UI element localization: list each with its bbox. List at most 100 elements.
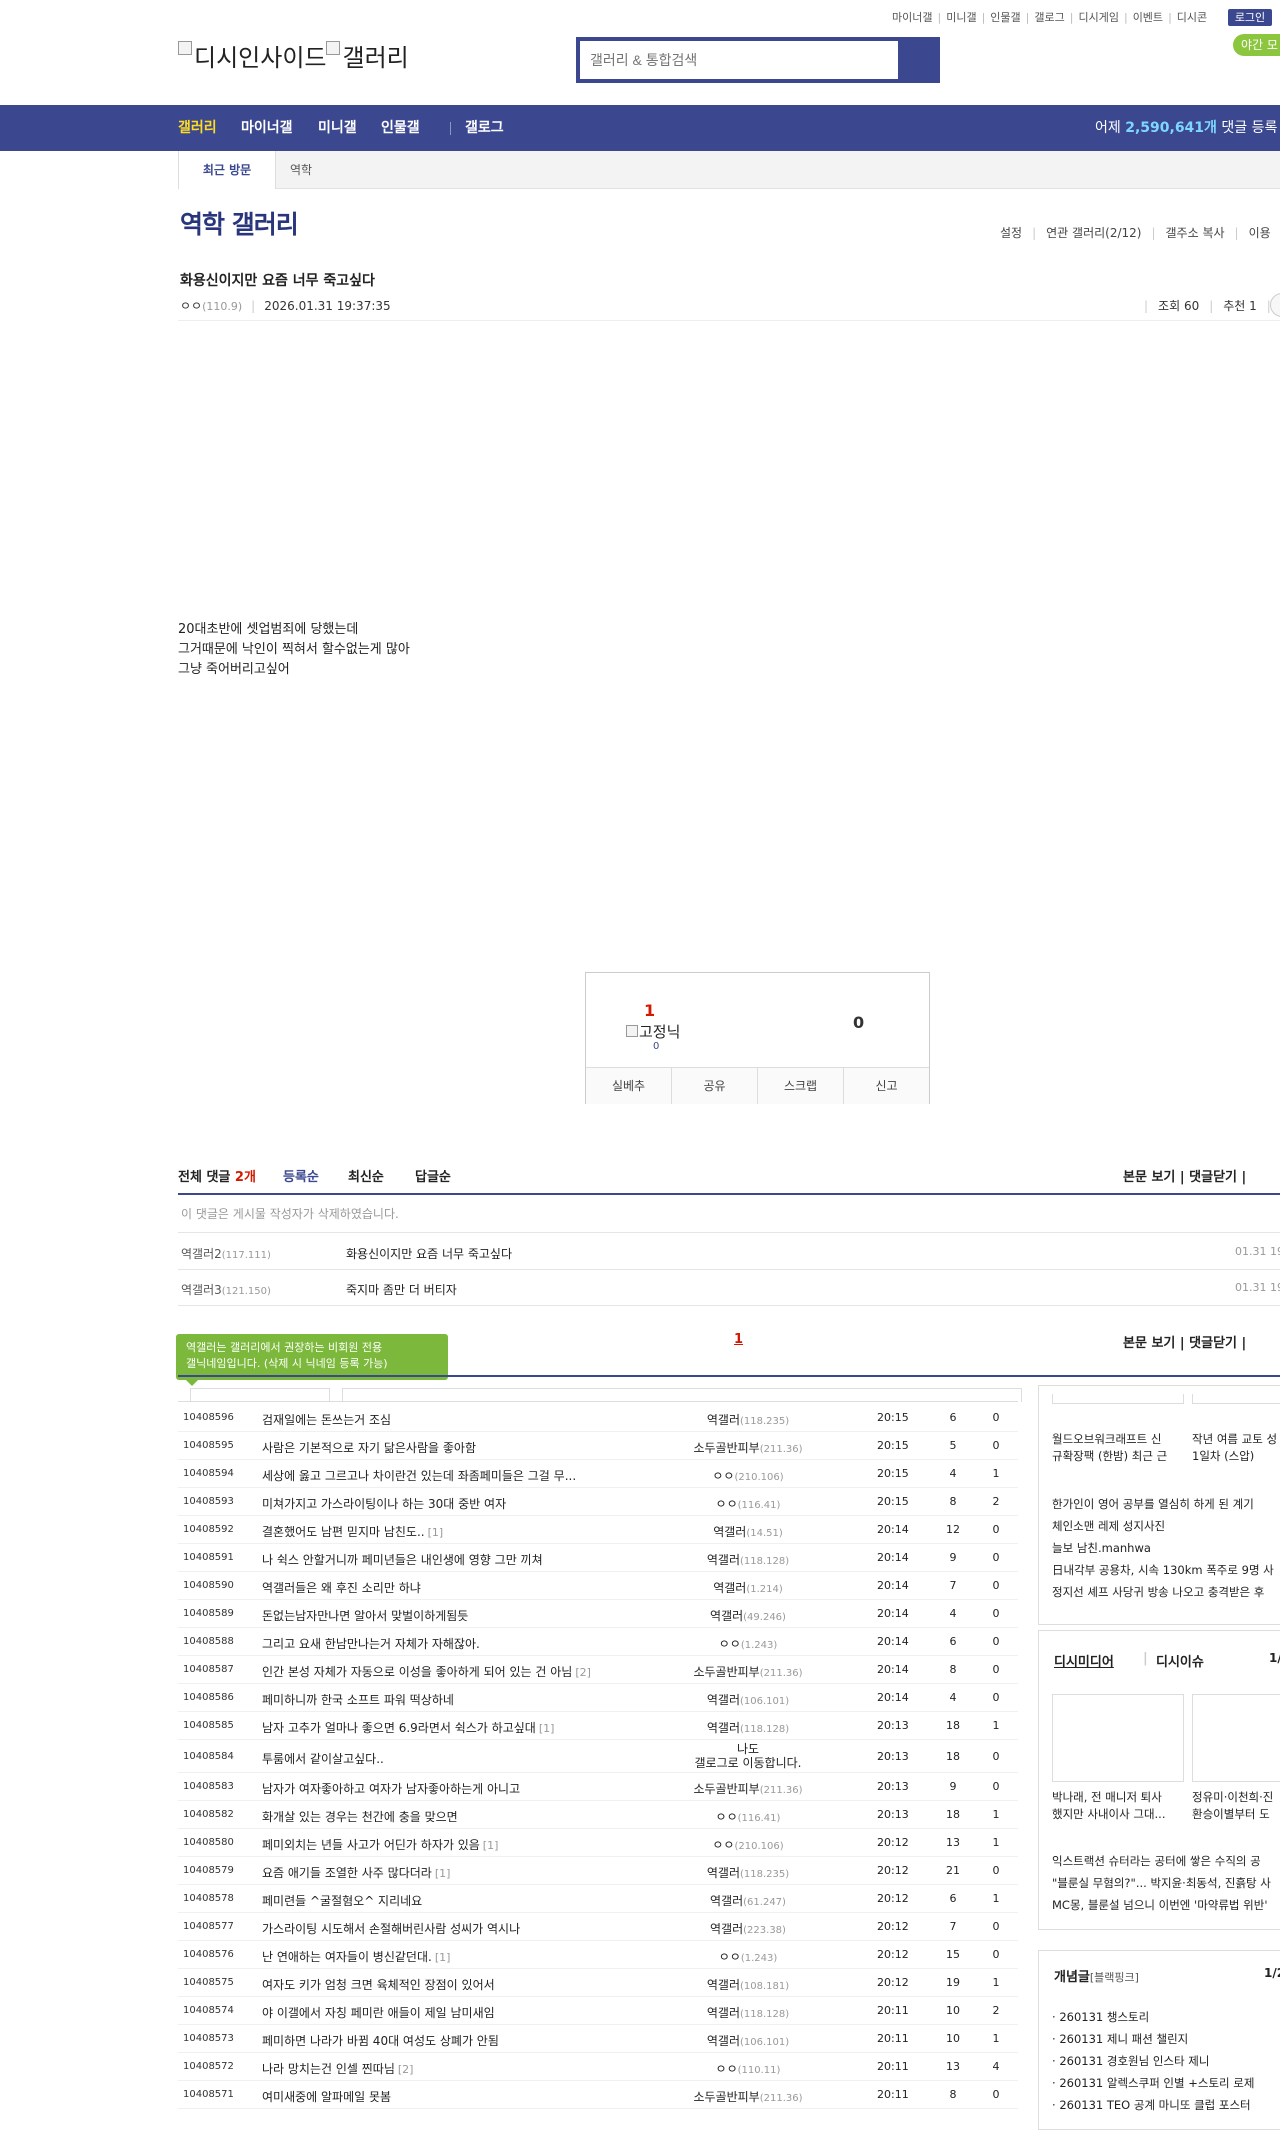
sort-latest[interactable]: 최신순 <box>348 1166 384 1185</box>
post-title-link[interactable]: 화개살 있는 경우는 천간에 충을 맞으면 <box>262 1808 458 1825</box>
list-row[interactable]: 10408578 페미련들 ^굴절혐오^ 지리네요 역갤러(61.247) 20:12… <box>178 1885 1018 1913</box>
post-writer[interactable]: ㅇㅇ(110.11) <box>648 2060 848 2077</box>
search-input[interactable] <box>580 41 896 79</box>
scrap-button[interactable]: 스크랩 <box>758 1068 844 1104</box>
list-row[interactable]: 10408587 인간 본성 자체가 자동으로 이성을 좋아하게 되어 있는 건 … <box>178 1656 1018 1684</box>
post-title-link[interactable]: 요즘 애기들 조열한 사주 많다더라 [1] <box>262 1864 450 1881</box>
list-row[interactable]: 10408593 미쳐가지고 가스라이팅이나 하는 30대 중반 여자 ㅇㅇ(116… <box>178 1488 1018 1516</box>
list-row[interactable]: 10408574 야 이갤에서 자칭 페미란 애들이 제일 남미새임 역갤러(118… <box>178 1997 1018 2025</box>
post-title-link[interactable]: 남자 고추가 얼마나 좋으면 6.9라면서 쉭스가 하고싶대 [1] <box>262 1719 554 1736</box>
sort-registered[interactable]: 등록순 <box>283 1166 319 1185</box>
post-writer[interactable]: 역갤러(118.128) <box>648 1551 848 1568</box>
list-row[interactable]: 10408584 투룸에서 같이살고싶다.. 나도 갤로그로 이동합니다. 20:13 1… <box>178 1740 1018 1773</box>
post-title-link[interactable]: 인간 본성 자체가 자동으로 이성을 좋아하게 되어 있는 건 아님 [2] <box>262 1663 591 1680</box>
news-link[interactable]: 체인소맨 레제 성지사진 <box>1052 1515 1274 1537</box>
post-writer[interactable]: ㅇㅇ(1.243) <box>648 1948 848 1965</box>
comment-author[interactable]: 역갤러3(121.150) <box>181 1281 271 1298</box>
concept-title[interactable]: 개념글[블랙핑크] <box>1054 1966 1139 1985</box>
post-title-link[interactable]: 미쳐가지고 가스라이팅이나 하는 30대 중반 여자 <box>262 1495 506 1512</box>
news-link[interactable]: 정지선 셰프 사당귀 방송 나오고 충격받은 후 <box>1052 1581 1274 1603</box>
news-link[interactable]: 日내각부 공용차, 시속 130km 폭주로 9명 사 <box>1052 1559 1274 1581</box>
list-row[interactable]: 10408591 나 쉭스 안할거니까 페미년들은 내인생에 영향 그만 끼쳐 역갤… <box>178 1544 1018 1572</box>
post-title-link[interactable]: 남자가 여자좋아하고 여자가 남자좋아하는게 아니고 <box>262 1780 520 1797</box>
list-row[interactable]: 10408575 여자도 키가 엄청 크면 육체적인 장점이 있어서 역갤러(108… <box>178 1969 1018 1997</box>
reply-count[interactable]: [1] <box>435 1867 451 1880</box>
recent-item[interactable]: 역학 <box>290 151 312 189</box>
concept-link[interactable]: · 260131 알렉스쿠퍼 인별 +스토리 로제 <box>1052 2072 1254 2094</box>
post-title-link[interactable]: 여미새중에 알파메일 못봄 <box>262 2088 391 2105</box>
post-author[interactable]: ㅇㅇ <box>180 299 202 313</box>
list-row[interactable]: 10408595 사람은 기본적으로 자기 닮은사람을 좋아함 소두골반피부(211… <box>178 1432 1018 1460</box>
media-caption[interactable]: 정유미·이천희·진 환승이별부터 도 <box>1192 1789 1273 1823</box>
list-row[interactable]: 10408583 남자가 여자좋아하고 여자가 남자좋아하는게 아니고 소두골반피부… <box>178 1773 1018 1801</box>
post-title-link[interactable]: 나 쉭스 안할거니까 페미년들은 내인생에 영향 그만 끼쳐 <box>262 1551 543 1568</box>
top-link-gallog[interactable]: 갤로그 <box>1034 11 1064 24</box>
post-title-link[interactable]: 투룸에서 같이살고싶다.. <box>262 1750 384 1767</box>
post-writer[interactable]: 소두골반피부(211.36) <box>648 2088 848 2105</box>
gnb-person[interactable]: 인물갤 <box>381 105 420 151</box>
post-title-link[interactable]: 사람은 기본적으로 자기 닮은사람을 좋아함 <box>262 1439 476 1456</box>
post-writer[interactable]: ㅇㅇ(210.106) <box>648 1467 848 1484</box>
reply-count[interactable]: [1] <box>483 1839 499 1852</box>
post-title-link[interactable]: 페미하면 나라가 바뀜 40대 여성도 상폐가 안됨 <box>262 2032 499 2049</box>
post-writer[interactable]: 역갤러(1.214) <box>648 1579 848 1596</box>
post-title-link[interactable]: 페미하니까 한국 소프트 파워 떡상하네 <box>262 1691 454 1708</box>
reply-count[interactable]: [1] <box>428 1526 444 1539</box>
share-button[interactable]: 공유 <box>672 1068 758 1104</box>
post-title-link[interactable]: 그리고 요새 한남만나는거 자체가 자해잖아. <box>262 1635 480 1652</box>
writer-gallog-link[interactable]: 갤로그로 이동합니다. <box>695 1756 802 1770</box>
gallery-usage[interactable]: 이용 <box>1249 226 1271 240</box>
post-writer[interactable]: 역갤러(106.101) <box>648 2032 848 2049</box>
post-title-link[interactable]: 가스라이팅 시도해서 손절해버린사람 성씨가 역시나 <box>262 1920 520 1937</box>
search-button[interactable] <box>898 41 936 79</box>
post-writer[interactable]: 역갤러(14.51) <box>648 1523 848 1540</box>
post-title-link[interactable]: 나라 망치는건 인셀 찐따님 [2] <box>262 2060 413 2077</box>
list-row[interactable]: 10408588 그리고 요새 한남만나는거 자체가 자해잖아. ㅇㅇ(1.243)… <box>178 1628 1018 1656</box>
gnb-minor[interactable]: 마이너갤 <box>241 105 293 151</box>
gallery-settings[interactable]: 설정 <box>1000 226 1022 240</box>
post-title-link[interactable]: 역갤러들은 왜 후진 소리만 하냐 <box>262 1579 421 1596</box>
news-thumb[interactable] <box>1192 1394 1280 1404</box>
post-writer[interactable]: 소두골반피부(211.36) <box>648 1663 848 1680</box>
list-row[interactable]: 10408586 페미하니까 한국 소프트 파워 떡상하네 역갤러(106.101)… <box>178 1684 1018 1712</box>
reply-count[interactable]: [1] <box>539 1722 555 1735</box>
list-row[interactable]: 10408572 나라 망치는건 인셀 찐따님 [2] ㅇㅇ(110.11) 20:11… <box>178 2053 1018 2081</box>
tab-dcmedia[interactable]: 디시미디어 <box>1054 1651 1114 1670</box>
reply-count[interactable]: [2] <box>575 1666 591 1679</box>
list-row[interactable]: 10408573 페미하면 나라가 바뀜 40대 여성도 상폐가 안됨 역갤러(10… <box>178 2025 1018 2053</box>
news-thumb[interactable] <box>1052 1394 1184 1404</box>
list-row[interactable]: 10408577 가스라이팅 시도해서 손절해버린사람 성씨가 역시나 역갤러(22… <box>178 1913 1018 1941</box>
media-caption[interactable]: 박나래, 전 매니저 퇴사 했지만 사내이사 그대... <box>1052 1789 1166 1823</box>
recent-label[interactable]: 최근 방문 <box>178 151 276 189</box>
gallery-title[interactable]: 역학 갤러리 <box>180 205 299 241</box>
reply-count[interactable]: [2] <box>398 2063 414 2076</box>
concept-link[interactable]: · 260131 챙스토리 <box>1052 2006 1254 2028</box>
sort-reply[interactable]: 답글순 <box>415 1166 451 1185</box>
gnb-mini[interactable]: 미니갤 <box>318 105 357 151</box>
night-mode-button[interactable]: 야간 모 <box>1233 34 1280 56</box>
post-title-link[interactable]: 세상에 옳고 그르고나 차이란건 있는데 좌좀페미들은 그걸 무... <box>262 1467 576 1484</box>
post-title-link[interactable]: 야 이갤에서 자칭 페미란 애들이 제일 남미새임 <box>262 2004 495 2021</box>
news-link[interactable]: 늘보 남친.manhwa <box>1052 1537 1274 1559</box>
post-writer[interactable]: 역갤러(118.128) <box>648 2004 848 2021</box>
comment-text-field[interactable] <box>342 1388 1022 1402</box>
post-title-link[interactable]: 난 연애하는 여자들이 병신같던대. [1] <box>262 1948 450 1965</box>
comment-page-1[interactable]: 1 <box>734 1332 743 1347</box>
list-row[interactable]: 10408592 결혼했어도 남편 믿지마 남친도.. [1] 역갤러(14.51) 2… <box>178 1516 1018 1544</box>
reply-count[interactable]: [1] <box>435 1951 451 1964</box>
list-row[interactable]: 10408576 난 연애하는 여자들이 병신같던대. [1] ㅇㅇ(1.243) 20… <box>178 1941 1018 1969</box>
list-row[interactable]: 10408596 검재일에는 돈쓰는거 조심 역갤러(118.235) 20:15 6 0 <box>178 1404 1018 1432</box>
post-writer[interactable]: 소두골반피부(211.36) <box>648 1780 848 1797</box>
post-writer[interactable]: 역갤러(118.235) <box>648 1864 848 1881</box>
comment-author[interactable]: 역갤러2(117.111) <box>181 1245 271 1262</box>
top-link-dccon[interactable]: 디시콘 <box>1177 11 1207 24</box>
post-writer[interactable]: ㅇㅇ(116.41) <box>648 1808 848 1825</box>
concept-link[interactable]: · 260131 제니 패션 챌린지 <box>1052 2028 1254 2050</box>
login-button[interactable]: 로그인 <box>1228 9 1272 26</box>
media-link[interactable]: 익스트랙션 슈터라는 공터에 쌓은 수직의 공 <box>1052 1850 1271 1872</box>
gnb-gallog[interactable]: 갤로그 <box>465 105 504 151</box>
post-writer[interactable]: ㅇㅇ(116.41) <box>648 1495 848 1512</box>
top-link-mini[interactable]: 미니갤 <box>946 11 976 24</box>
copy-gallery-url[interactable]: 갤주소 복사 <box>1166 226 1225 240</box>
top-link-person[interactable]: 인물갤 <box>990 11 1020 24</box>
